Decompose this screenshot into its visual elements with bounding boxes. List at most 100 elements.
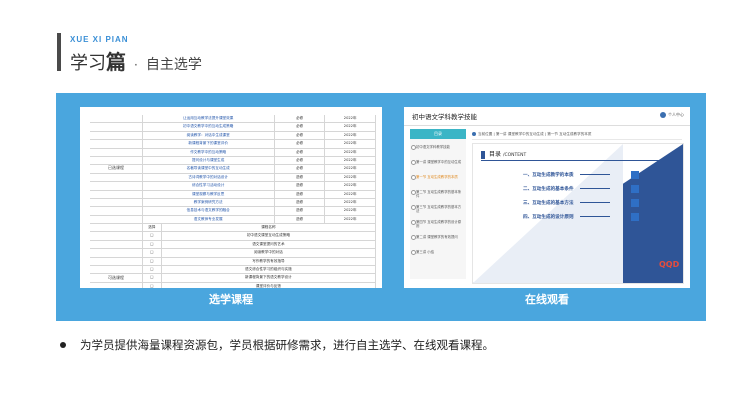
group-cell <box>90 215 143 224</box>
select-checkbox[interactable]: □ <box>143 257 162 266</box>
credit-cell: 必修 <box>275 148 326 156</box>
slide-heading-text: 目录 /CONTENT <box>489 150 526 161</box>
course-name-cell[interactable]: 信息技术与语文教学的融合 <box>143 207 275 215</box>
slide-view[interactable]: 目录 /CONTENT QQD 一、互动生成教学的本质 二、互动生成的基本条件 三、… <box>472 143 684 284</box>
table-row[interactable]: 让运用互动教学法提升课堂效果 必修 2022年 <box>90 115 376 124</box>
outline-item[interactable]: 第二节 互动生成教学的基本条件 <box>416 190 464 198</box>
slide-toc-text: 三、互动生成的基本方法 <box>523 201 574 206</box>
tab-catalog[interactable]: 目录 <box>410 129 466 139</box>
group-cell <box>90 173 143 182</box>
table-row[interactable]: □ 阅读教学中的对话 <box>90 249 376 258</box>
course-name-cell[interactable]: 课堂观察与教学反思 <box>143 190 275 198</box>
date-cell: 2022年 <box>325 173 376 182</box>
course-name-cell[interactable]: 语文教师专业发展 <box>143 215 275 224</box>
course-name-cell[interactable]: 教学案例研究方法 <box>143 198 275 207</box>
outline-item[interactable]: 第一讲 课堂教学中的互动生成 <box>416 160 464 164</box>
outline-item[interactable]: 第一节 互动生成教学的本质 <box>416 175 464 179</box>
group-cell <box>90 123 143 131</box>
slide-toc-marker <box>631 171 639 179</box>
course-name-cell[interactable]: 古诗词教学中的对话设计 <box>143 173 275 182</box>
table-row[interactable]: 信息技术与语文教学的融合 选修 2022年 <box>90 207 376 216</box>
course-name-cell[interactable]: 阅读教学：对话中生成课堂 <box>143 131 275 140</box>
date-cell: 2022年 <box>325 190 376 198</box>
check-header: 选择 <box>143 224 162 232</box>
select-checkbox[interactable]: □ <box>143 232 162 240</box>
table-row[interactable]: 综合性学习活动设计 选修 2022年 <box>90 182 376 191</box>
group-cell <box>90 266 143 274</box>
table-row[interactable]: 教学案例研究方法 选修 2022年 <box>90 198 376 208</box>
course-name-cell[interactable]: 语文综合性学习的组织与实施 <box>162 266 376 274</box>
course-name-cell[interactable]: 写作教学的有效指导 <box>162 257 376 266</box>
user-icon <box>660 112 666 118</box>
date-cell: 2022年 <box>325 156 376 165</box>
table-row[interactable]: □ 写作教学的有效指导 <box>90 257 376 267</box>
table-row[interactable]: 初中语文教学中的互动生成策略 必修 2022年 <box>90 123 376 132</box>
viewer-header: 初中语文学科教学技能 个人中心 <box>404 107 690 126</box>
outline-item[interactable]: 初中语文学科教学技能 <box>416 145 464 149</box>
select-checkbox[interactable]: □ <box>143 240 162 249</box>
viewer-sidebar: 目录 初中语文学科教学技能 第一讲 课堂教学中的互动生成 第一节 互动生成教学的本质… <box>410 129 466 279</box>
table-row[interactable]: 古诗词教学中的对话设计 选修 2022年 <box>90 173 376 183</box>
group-cell <box>90 207 143 215</box>
name-header: 课程名称 <box>162 224 376 232</box>
title-dot: · <box>134 58 138 72</box>
course-name-cell[interactable]: 课堂评价与反馈 <box>162 282 376 288</box>
outline-item[interactable]: 第二讲 课堂教学的有效提问 <box>416 235 464 239</box>
select-checkbox[interactable]: □ <box>143 274 162 282</box>
course-name-cell[interactable]: 新课程背景下的课堂评价 <box>143 140 275 148</box>
table-row[interactable]: □ 课堂评价与反馈 <box>90 282 376 288</box>
breadcrumb: 当前位置 | 第一讲 课堂教学中的互动生成 | 第一节 互动生成教学的本质 <box>472 129 682 140</box>
table-row[interactable]: 提问设计与课堂生成 必修 2022年 <box>90 156 376 166</box>
table-row[interactable]: 作文教学中的互动策略 必修 2022年 <box>90 148 376 157</box>
credit-cell: 必修 <box>275 165 326 173</box>
group-cell <box>90 198 143 207</box>
course-name-cell[interactable]: 阅读教学中的对话 <box>162 249 376 257</box>
course-name-cell[interactable]: 提问设计与课堂生成 <box>143 156 275 165</box>
outline-item[interactable]: 第三节 互动生成教学的基本方法 <box>416 205 464 213</box>
group-label-selected: 已选课程 <box>108 165 124 171</box>
slide-toc-text: 四、互动生成的设计原则 <box>523 215 574 220</box>
outline-item[interactable]: 第三讲 小结 <box>416 250 464 254</box>
select-checkbox[interactable]: □ <box>143 249 162 257</box>
slide-toc-text: 一、互动生成教学的本质 <box>523 173 574 178</box>
slide-toc-line <box>579 216 610 217</box>
slide-toc-marker <box>631 213 639 221</box>
table-row[interactable]: □ 初中语文课堂互动生成策略 <box>90 232 376 241</box>
course-name-cell[interactable]: 让运用互动教学法提升课堂效果 <box>143 115 275 123</box>
table-row[interactable]: 阅读教学：对话中生成课堂 必修 2022年 <box>90 131 376 141</box>
course-name-cell[interactable]: 语文课堂提问的艺术 <box>162 240 376 249</box>
group-cell <box>90 156 143 165</box>
slide-heading: 目录 /CONTENT <box>481 150 675 161</box>
course-name-cell[interactable]: 初中语文教学中的互动生成策略 <box>143 123 275 131</box>
credit-cell: 选修 <box>275 215 326 224</box>
course-name-cell[interactable]: 名著导读课堂中的互动生成 <box>143 165 275 173</box>
slide-heading-mark <box>481 151 485 159</box>
credit-cell: 选修 <box>275 190 326 198</box>
course-table-screenshot: 让运用互动教学法提升课堂效果 必修 2022年 初中语文教学中的互动生成策略 必修 202… <box>80 107 382 288</box>
date-cell: 2022年 <box>325 215 376 224</box>
slide-heading-cn: 目录 <box>489 151 502 158</box>
date-cell: 2022年 <box>325 207 376 215</box>
date-cell: 2022年 <box>325 140 376 148</box>
table-row[interactable]: 语文教师专业发展 选修 2022年 <box>90 215 376 225</box>
date-cell: 2022年 <box>325 182 376 190</box>
table-row[interactable]: 新课程背景下的课堂评价 必修 2022年 <box>90 140 376 149</box>
select-checkbox[interactable]: □ <box>143 266 162 274</box>
table-row[interactable]: 课堂观察与教学反思 选修 2022年 <box>90 190 376 199</box>
outline-item[interactable]: 第四节 互动生成教学的设计原则 <box>416 220 464 228</box>
title-part2: 篇 <box>106 50 126 74</box>
user-center-link[interactable]: 个人中心 <box>660 112 684 118</box>
select-checkbox[interactable]: □ <box>143 282 162 288</box>
page-subtitle: 自主选学 <box>145 57 202 73</box>
table-row[interactable]: □ 语文综合性学习的组织与实施 <box>90 266 376 275</box>
credit-cell: 选修 <box>275 182 326 190</box>
credit-cell: 必修 <box>275 115 326 123</box>
date-cell: 2022年 <box>325 131 376 140</box>
group-cell <box>90 282 143 288</box>
course-name-cell[interactable]: 综合性学习活动设计 <box>143 182 275 190</box>
group-cell <box>90 232 143 240</box>
course-name-cell[interactable]: 新课程背景下的语文教学设计 <box>162 274 376 282</box>
course-name-cell[interactable]: 初中语文课堂互动生成策略 <box>162 232 376 240</box>
table-row[interactable]: □ 语文课堂提问的艺术 <box>90 240 376 250</box>
course-name-cell[interactable]: 作文教学中的互动策略 <box>143 148 275 156</box>
